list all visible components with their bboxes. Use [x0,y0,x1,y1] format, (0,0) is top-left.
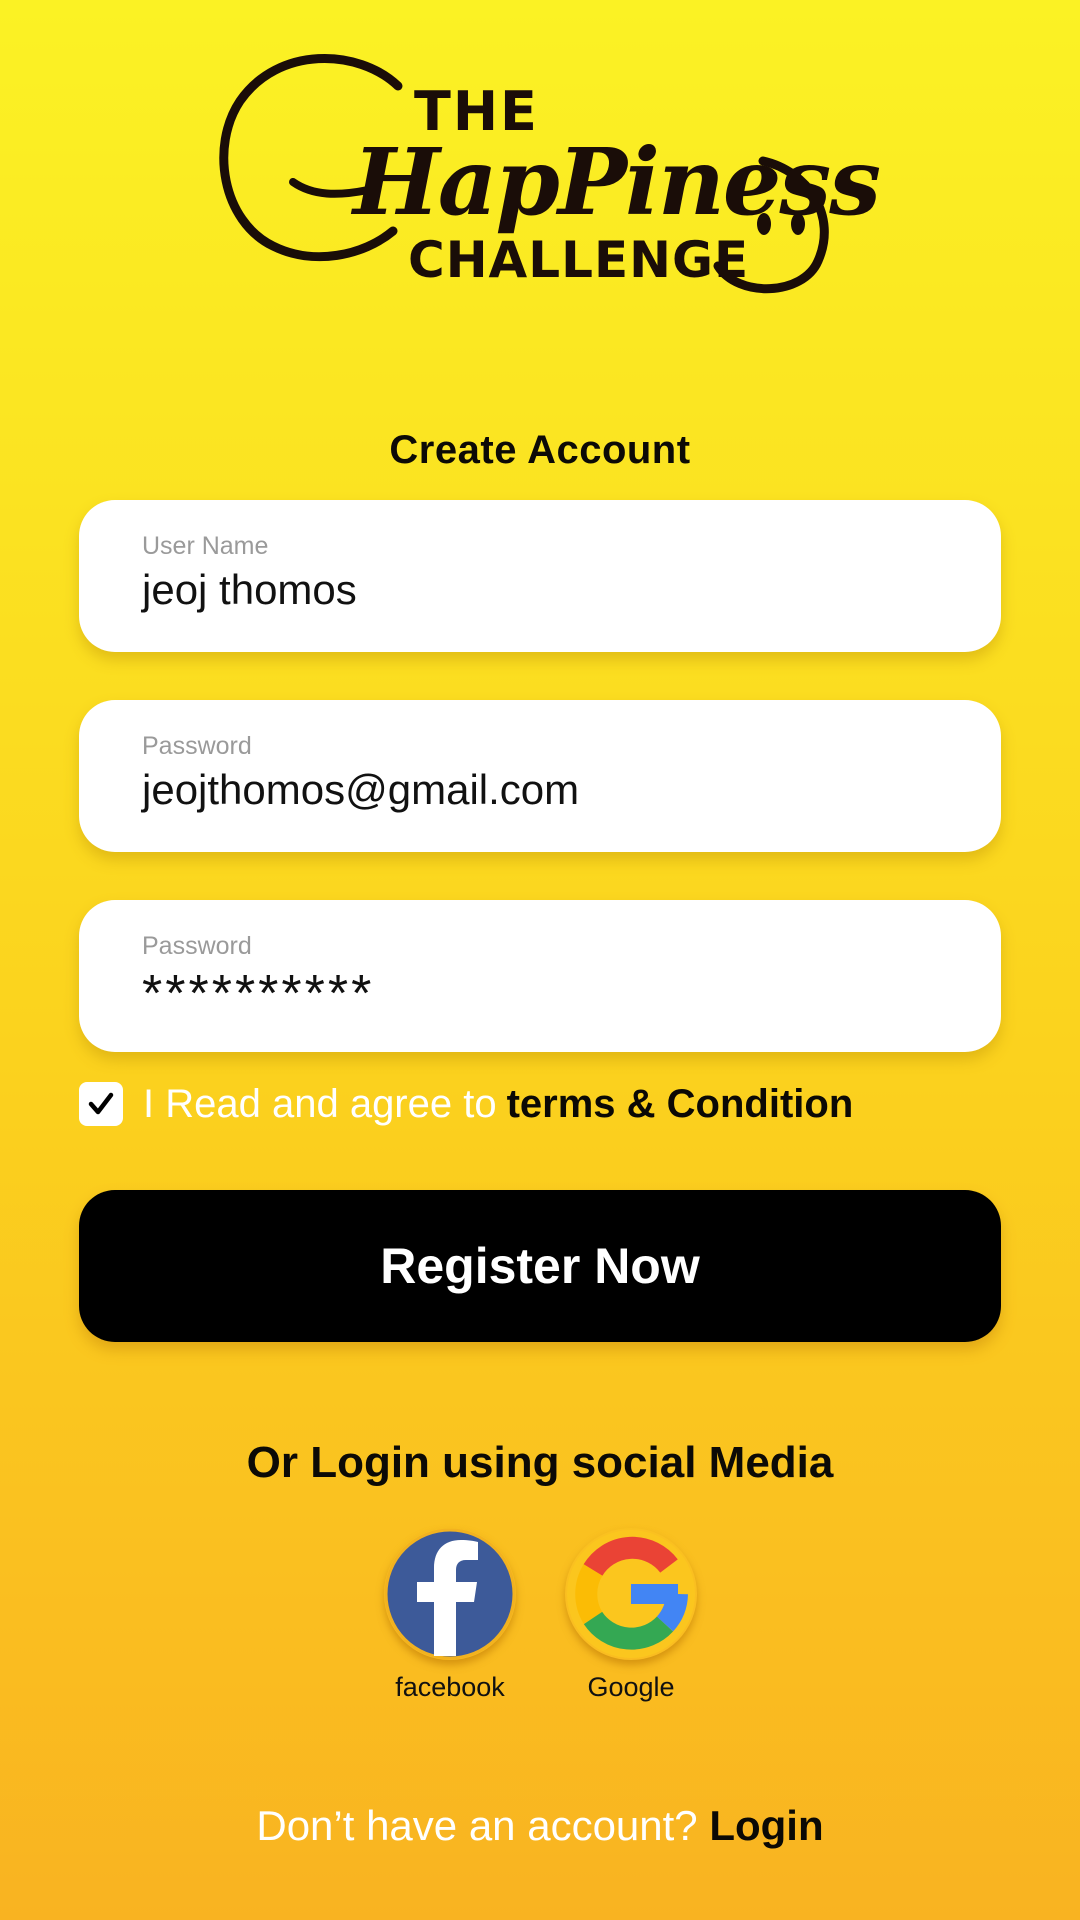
page-title: Create Account [389,428,691,472]
facebook-label: facebook [395,1672,505,1702]
google-icon [565,1528,697,1660]
password-field[interactable]: Password ********** [79,900,1001,1052]
password-value: ********** [142,965,375,1023]
agree-text: I Read and agree to [143,1081,497,1126]
facebook-login-button[interactable]: facebook [380,1528,520,1703]
terms-agreement: I Read and agree to terms & Condition [79,1080,853,1128]
username-field[interactable]: User Name jeoj thomos [79,500,1001,652]
social-login-heading: Or Login using social Media [246,1438,834,1487]
checkmark-icon [88,1092,114,1115]
happiness-challenge-logo: THE HapPiness CHALLENGE [218,46,881,306]
terms-link[interactable]: terms & Condition [507,1082,854,1127]
email-value: jeojthomos@gmail.com [142,766,580,813]
google-login-button[interactable]: Google [561,1528,701,1703]
footer-text: Don’t have an account? [256,1802,698,1849]
username-label: User Name [142,532,269,560]
login-link[interactable]: Login [709,1802,823,1849]
register-screen: THE HapPiness CHALLENGE Create Account U… [0,0,1080,1920]
logo-text-challenge: CHALLENGE [408,231,750,289]
footer: Don’t have an account? Login [0,1802,1080,1850]
username-value: jeoj thomos [142,566,357,613]
logo-text-happiness: HapPiness [353,128,881,236]
register-button[interactable]: Register Now [79,1190,1001,1342]
email-field[interactable]: Password jeojthomos@gmail.com [79,700,1001,852]
facebook-icon [384,1528,516,1660]
terms-checkbox[interactable] [79,1082,123,1126]
google-label: Google [587,1672,675,1702]
email-field-label: Password [142,732,252,760]
password-label: Password [142,932,252,960]
